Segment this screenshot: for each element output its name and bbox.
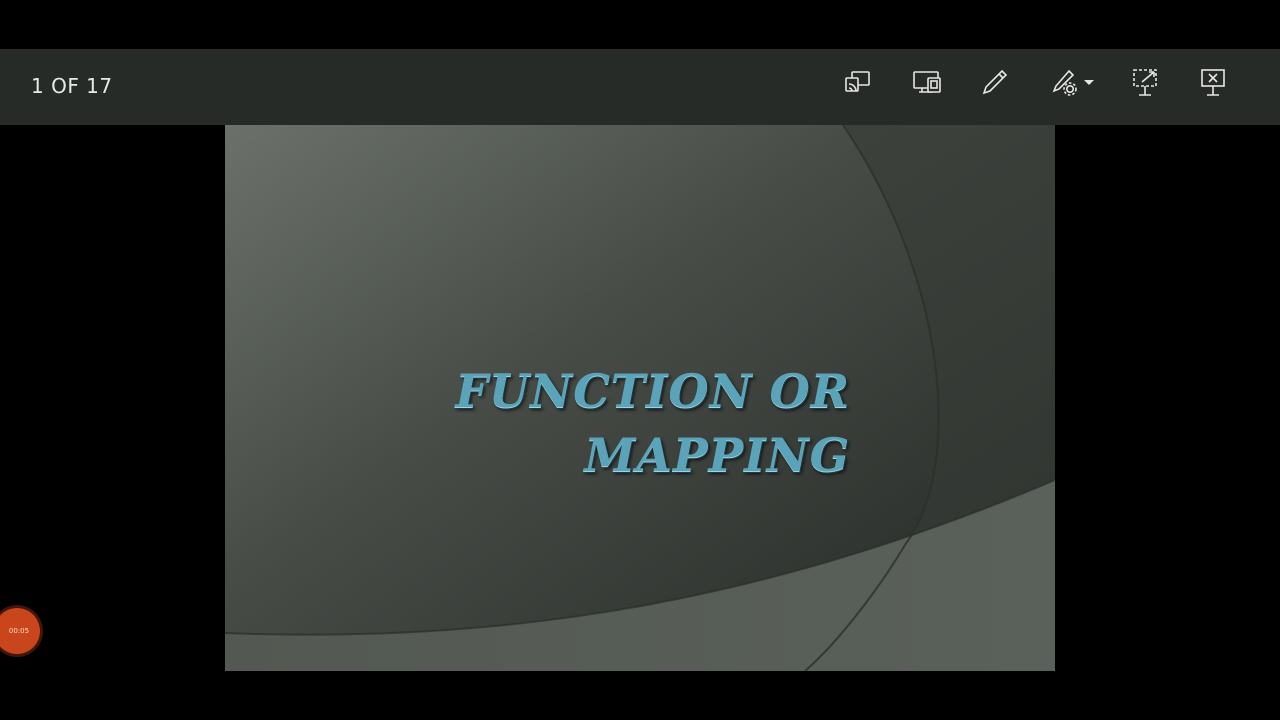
recorder-timer: 00:05 xyxy=(8,627,30,635)
slide-title: FUNCTION OR MAPPING xyxy=(455,359,850,487)
cast-icon xyxy=(845,71,870,92)
presenter-view-button[interactable] xyxy=(907,62,947,102)
pen-settings-icon xyxy=(1052,69,1077,96)
end-slideshow-icon xyxy=(1201,69,1225,96)
pen-button[interactable] xyxy=(975,62,1015,102)
pen-icon xyxy=(982,69,1008,95)
presenter-view-icon xyxy=(913,71,941,93)
slide-title-line-1: FUNCTION OR xyxy=(455,364,850,418)
slide-title-line-2: MAPPING xyxy=(584,428,850,482)
chevron-down-icon xyxy=(1084,80,1094,85)
screen-recorder-button[interactable]: 00:05 xyxy=(0,608,40,654)
slide-counter: 1 OF 17 xyxy=(31,74,113,98)
cast-button[interactable] xyxy=(838,62,878,102)
end-slideshow-button[interactable] xyxy=(1193,62,1233,102)
slide-canvas: FUNCTION OR MAPPING xyxy=(225,125,1055,671)
laser-pointer-icon xyxy=(1133,69,1157,96)
pen-settings-button[interactable] xyxy=(1046,62,1100,102)
laser-pointer-button[interactable] xyxy=(1125,62,1165,102)
